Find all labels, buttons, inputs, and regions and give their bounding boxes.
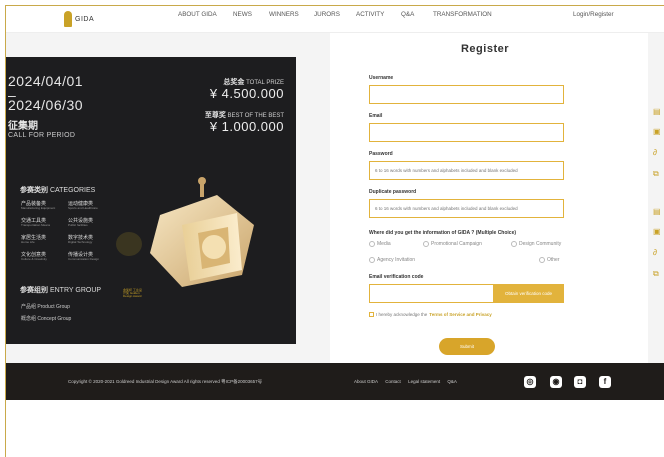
best-prize-value: ¥ 1.000.000 [209,119,284,134]
nav-item-news[interactable]: NEWS [233,11,252,18]
logo-icon [64,11,72,27]
agree-text: I hereby acknowledge the [376,312,428,317]
radio-icon [369,257,375,263]
award-badge [116,232,142,256]
link-icon[interactable]: ∂ [653,249,661,257]
category-item: 公共设施类 Public facilities [68,218,94,227]
logo[interactable]: GIDA [64,11,94,27]
verification-code-row: Obtain verification code [369,284,564,303]
radio-icon [423,241,429,247]
page-title: Register [460,43,510,55]
obtain-code-button[interactable]: Obtain verification code [493,284,564,303]
badge-text: 金奖杯 工业设计奖 Golden Design Award [123,288,142,298]
footer-link-legal[interactable]: Legal statement [408,379,440,384]
category-item: 传播设计类 Communication Design [68,252,100,261]
login-register-link[interactable]: Login/Register [573,11,614,18]
group-item: 产品组 Product Group [21,304,70,310]
share-icon[interactable]: ⧉ [653,170,661,178]
group-item: 概念组 Concept Group [21,316,72,322]
logo-text: GIDA [75,15,95,23]
instagram-icon[interactable]: ◘ [574,376,586,388]
edit-icon[interactable]: ▤ [653,208,661,216]
nav-item-qa[interactable]: Q&A [401,11,414,18]
total-prize-value: ¥ 4.500.000 [209,86,284,101]
password-input[interactable] [369,161,564,180]
trophy-illustration [150,177,254,287]
nav-item-about[interactable]: ABOUT GIDA [178,11,217,18]
category-item: 产品装备类 Manufacturing Equipment [21,201,56,210]
option-other[interactable]: Other [539,257,560,263]
footer-links: About GIDA Contact Legal statement Q&A [354,379,463,384]
facebook-icon[interactable]: f [599,376,611,388]
category-item: 数字技术类 Digital Technology [68,235,94,244]
source-label: Where did you get the information of GID… [369,230,517,236]
date-start: 2024/04/01 [8,73,84,89]
username-input[interactable] [369,85,564,104]
verification-code-label: Email verification code [369,274,424,280]
footer-link-qa[interactable]: Q&A [447,379,457,384]
radio-icon [369,241,375,247]
option-promotional-campaign[interactable]: Promotional Campaign [423,241,482,247]
category-item: 运动健康类 Sports and Healthcare [68,201,98,210]
option-agency-invitation[interactable]: Agency Invitation [369,257,415,263]
date-end: 2024/06/30 [8,97,84,113]
verification-code-input[interactable] [369,284,494,303]
image-icon[interactable]: ▣ [653,228,661,236]
radio-icon [511,241,517,247]
password-label: Password [369,151,393,157]
entry-group-heading: 参赛组别 ENTRY GROUP [20,287,102,294]
nav-item-activity[interactable]: ACTIVITY [356,11,384,18]
copyright-text: Copyright © 2020-2021 Goldreed Industria… [68,379,263,384]
link-icon[interactable]: ∂ [653,149,661,157]
wechat-icon[interactable]: ◎ [524,376,536,388]
submit-button[interactable]: Submit [439,338,495,355]
duplicate-password-input[interactable] [369,199,564,218]
weibo-icon[interactable]: ◉ [550,376,562,388]
duplicate-password-label: Duplicate password [369,189,417,195]
category-item: 交通工具类 Transportation Means [21,218,51,227]
radio-icon [539,257,545,263]
email-label: Email [369,113,383,119]
email-input[interactable] [369,123,564,142]
share-icon[interactable]: ⧉ [653,270,661,278]
username-label: Username [369,75,394,81]
footer-link-contact[interactable]: Contact [385,379,401,384]
category-item: 家居生活类 Home Life [21,235,47,244]
categories-heading: 参赛类别 CATEGORIES [20,187,96,194]
terms-agreement: I hereby acknowledge the Terms of Servic… [369,312,492,317]
category-item: 文化创意类 Culture & Creativity [21,252,47,261]
nav-item-transformation[interactable]: TRANSFORMATION [433,11,492,18]
edit-icon[interactable]: ▤ [653,108,661,116]
promo-poster: 2024/04/01 – 2024/06/30 征集期 CALL FOR PER… [6,57,296,344]
option-design-community[interactable]: Design Community [511,241,561,247]
checkbox-icon[interactable] [369,312,374,317]
footer-link-about[interactable]: About GIDA [354,379,378,384]
option-media[interactable]: Media [369,241,391,247]
footer: Copyright © 2020-2021 Goldreed Industria… [6,363,664,400]
nav-item-winners[interactable]: WINNERS [269,11,299,18]
nav-item-jurors[interactable]: JURORS [314,11,340,18]
terms-link[interactable]: Terms of Service and Privacy [429,312,491,317]
period-zh: 征集期 [8,121,38,132]
image-icon[interactable]: ▣ [653,128,661,136]
period-en: CALL FOR PERIOD [8,132,76,139]
